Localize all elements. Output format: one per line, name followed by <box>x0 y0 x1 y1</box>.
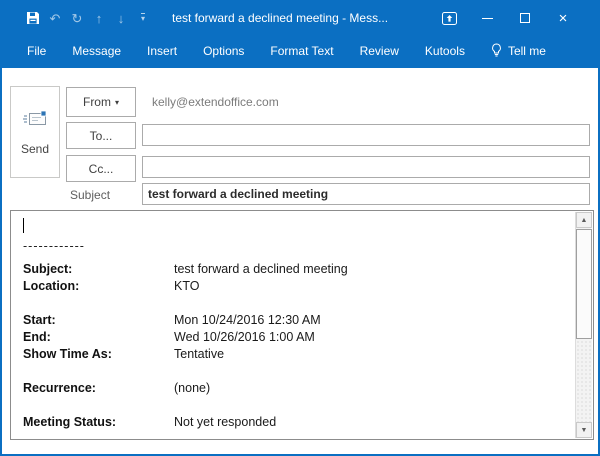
customize-quick-access-icon[interactable]: ▾ <box>132 13 154 23</box>
tab-tell-me[interactable]: Tell me <box>478 34 559 68</box>
title-bar[interactable]: ↶ ↻ ↑ ↓ ▾ test forward a declined meetin… <box>2 2 598 34</box>
text-cursor <box>23 218 24 233</box>
body-scrollbar[interactable]: ▲ ▼ <box>575 212 592 438</box>
from-address: kelly@extendoffice.com <box>152 95 279 109</box>
detail-row-meeting-status: Meeting Status: Not yet responded <box>23 415 277 429</box>
message-body-editor[interactable]: ------------ Subject: test forward a dec… <box>11 211 575 439</box>
from-dropdown-icon: ▾ <box>114 97 119 107</box>
tell-me-label: Tell me <box>507 44 546 58</box>
minimize-icon <box>481 17 493 19</box>
tab-options[interactable]: Options <box>190 34 257 68</box>
send-button[interactable]: Send <box>10 86 60 178</box>
cc-input[interactable] <box>142 156 590 178</box>
move-up-icon[interactable]: ↑ <box>88 12 110 25</box>
scroll-up-button[interactable]: ▲ <box>576 212 592 228</box>
undo-icon[interactable]: ↶ <box>44 12 66 25</box>
tab-review[interactable]: Review <box>347 34 412 68</box>
close-button[interactable]: × <box>544 2 582 34</box>
ribbon-tab-bar: File Message Insert Options Format Text … <box>2 34 598 68</box>
detail-row-location: Location: KTO <box>23 279 200 293</box>
subject-input[interactable] <box>142 183 590 205</box>
to-input[interactable] <box>142 124 590 146</box>
ribbon-display-options-icon[interactable] <box>430 2 468 34</box>
window-title: test forward a declined meeting - Mess..… <box>172 11 389 25</box>
lightbulb-icon <box>491 42 502 60</box>
detail-row-end: End: Wed 10/26/2016 1:00 AM <box>23 330 315 344</box>
close-icon: × <box>558 9 568 27</box>
move-down-icon[interactable]: ↓ <box>110 12 132 25</box>
scrollbar-thumb[interactable] <box>576 229 592 339</box>
separator-line: ------------ <box>23 239 85 253</box>
maximize-button[interactable] <box>506 2 544 34</box>
message-header-form: Send From ▾ kelly@extendoffice.com To...… <box>2 68 598 209</box>
from-label: From <box>82 95 111 109</box>
tab-format-text[interactable]: Format Text <box>257 34 346 68</box>
save-icon[interactable] <box>22 11 44 25</box>
cc-button[interactable]: Cc... <box>66 155 136 182</box>
quick-access-toolbar: ↶ ↻ ↑ ↓ ▾ <box>22 11 154 25</box>
message-body: ------------ Subject: test forward a dec… <box>10 210 594 440</box>
scroll-up-icon: ▲ <box>580 216 588 224</box>
send-envelope-icon <box>22 109 48 134</box>
tab-kutools[interactable]: Kutools <box>412 34 478 68</box>
detail-row-start: Start: Mon 10/24/2016 12:30 AM <box>23 313 321 327</box>
scroll-down-button[interactable]: ▼ <box>576 422 592 438</box>
message-window: ↶ ↻ ↑ ↓ ▾ test forward a declined meetin… <box>0 0 600 456</box>
window-controls: × <box>430 2 582 34</box>
tab-file[interactable]: File <box>14 34 59 68</box>
send-label: Send <box>20 141 50 156</box>
minimize-button[interactable] <box>468 2 506 34</box>
tab-message[interactable]: Message <box>59 34 134 68</box>
redo-icon[interactable]: ↻ <box>66 12 88 25</box>
maximize-icon <box>520 13 530 23</box>
subject-label: Subject <box>70 188 111 202</box>
to-button[interactable]: To... <box>66 122 136 149</box>
detail-row-subject: Subject: test forward a declined meeting <box>23 262 348 276</box>
tab-insert[interactable]: Insert <box>134 34 190 68</box>
scroll-down-icon: ▼ <box>580 426 588 434</box>
detail-row-show-time-as: Show Time As: Tentative <box>23 347 225 361</box>
detail-row-recurrence: Recurrence: (none) <box>23 381 211 395</box>
from-button[interactable]: From ▾ <box>66 87 136 117</box>
meeting-details: Subject: test forward a declined meeting… <box>23 261 575 431</box>
